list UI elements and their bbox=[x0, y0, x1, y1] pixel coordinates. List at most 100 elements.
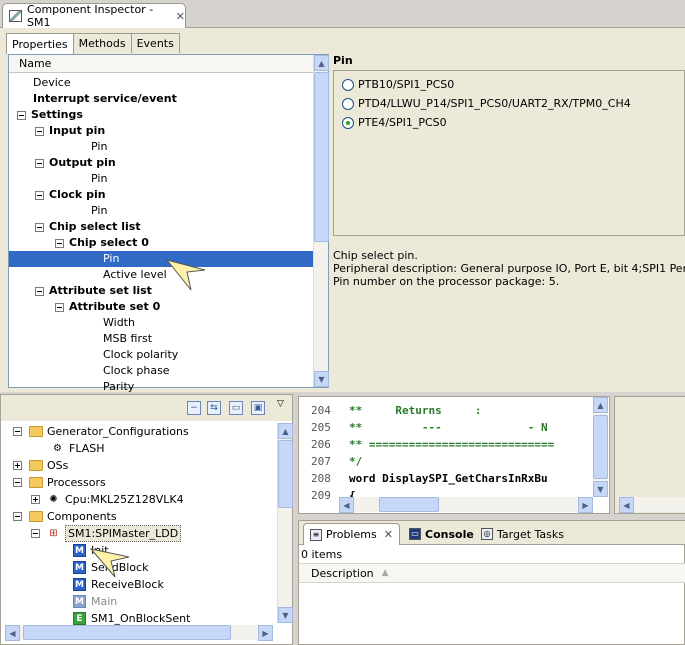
property-row[interactable]: Attribute set list bbox=[9, 283, 314, 299]
properties-scrollbar[interactable]: ▲ ▼ bbox=[313, 55, 329, 387]
scroll-up-icon[interactable]: ▲ bbox=[278, 423, 293, 439]
code-editor[interactable]: 204 ** Returns : 205 ** --- - N 206 ** ======… bbox=[298, 396, 610, 514]
property-row[interactable]: Settings bbox=[9, 107, 314, 123]
outline-hscrollbar[interactable]: ◀ bbox=[619, 497, 685, 513]
collapse-icon[interactable] bbox=[31, 529, 40, 538]
property-row[interactable]: Chip select list bbox=[9, 219, 314, 235]
tree-item[interactable]: MInit bbox=[1, 542, 277, 559]
tree-item[interactable]: Generator_Configurations bbox=[1, 423, 277, 440]
property-row[interactable]: Clock polarity bbox=[9, 347, 314, 363]
property-row[interactable]: Chip select 0 bbox=[9, 235, 314, 251]
expand-icon[interactable] bbox=[13, 461, 22, 470]
radio-button-selected[interactable] bbox=[342, 116, 354, 129]
collapse-all-icon[interactable]: − bbox=[187, 401, 201, 415]
property-row[interactable]: Pin bbox=[9, 139, 314, 155]
link-editor-icon[interactable]: ⇆ bbox=[207, 401, 221, 415]
scroll-down-icon[interactable]: ▼ bbox=[278, 607, 293, 623]
collapse-icon[interactable] bbox=[13, 427, 22, 436]
property-row[interactable]: Parity bbox=[9, 379, 314, 395]
tree-item[interactable]: Components bbox=[1, 508, 277, 525]
folder-icon[interactable]: ▭ bbox=[229, 401, 243, 415]
editor-vscrollbar[interactable]: ▲ ▼ bbox=[593, 397, 608, 497]
code-line: 208 word DisplaySPI_GetCharsInRxBu bbox=[311, 471, 548, 487]
tree-item[interactable]: ⚙ FLASH bbox=[1, 440, 277, 457]
scroll-right-icon[interactable]: ▶ bbox=[258, 625, 273, 641]
pointer-arrow-icon bbox=[165, 259, 206, 291]
property-row[interactable]: MSB first bbox=[9, 331, 314, 347]
scroll-left-icon[interactable]: ◀ bbox=[5, 625, 20, 641]
tab-methods[interactable]: Methods bbox=[72, 33, 132, 53]
scroll-thumb[interactable] bbox=[23, 625, 231, 640]
tree-item[interactable]: M SendBlock bbox=[1, 559, 277, 576]
close-icon[interactable]: ✕ bbox=[384, 528, 393, 541]
collapse-icon[interactable] bbox=[55, 239, 64, 248]
collapse-icon[interactable] bbox=[35, 127, 44, 136]
property-row[interactable]: Output pin bbox=[9, 155, 314, 171]
property-row[interactable]: Interrupt service/event bbox=[9, 91, 314, 107]
tree-item[interactable]: M ReceiveBlock bbox=[1, 576, 277, 593]
description-line: Pin number on the processor package: 5. bbox=[333, 275, 560, 288]
scroll-thumb[interactable] bbox=[278, 440, 293, 508]
property-row[interactable]: Clock pin bbox=[9, 187, 314, 203]
pin-option-label: PTD4/LLWU_P14/SPI1_PCS0/UART2_RX/TPM0_CH… bbox=[358, 97, 631, 110]
expand-icon[interactable] bbox=[31, 495, 40, 504]
property-row[interactable]: Attribute set 0 bbox=[9, 299, 314, 315]
pin-option[interactable]: PTB10/SPI1_PCS0 bbox=[342, 78, 454, 91]
collapse-icon[interactable] bbox=[13, 478, 22, 487]
name-column-header[interactable]: Name bbox=[9, 55, 314, 73]
tab-component-inspector[interactable]: Component Inspector - SM1 ✕ bbox=[2, 3, 186, 29]
project-vscrollbar[interactable]: ▲ ▼ bbox=[277, 423, 293, 623]
collapse-icon[interactable] bbox=[35, 159, 44, 168]
project-tree: Generator_Configurations ⚙ FLASH OSs Process… bbox=[1, 423, 277, 627]
pointer-arrow-icon bbox=[89, 548, 130, 578]
property-label: Clock polarity bbox=[103, 348, 179, 361]
tree-item[interactable]: M Main bbox=[1, 593, 277, 610]
view-menu-icon[interactable]: ▽ bbox=[277, 399, 284, 409]
collapse-icon[interactable] bbox=[35, 191, 44, 200]
close-icon[interactable]: ✕ bbox=[176, 10, 185, 23]
description-column-header[interactable]: Description ▲ bbox=[299, 563, 685, 583]
property-row[interactable]: Clock phase bbox=[9, 363, 314, 379]
property-row[interactable]: Pin bbox=[9, 203, 314, 219]
scroll-right-icon[interactable]: ▶ bbox=[578, 497, 593, 513]
scroll-thumb[interactable] bbox=[314, 72, 329, 242]
scroll-left-icon[interactable]: ◀ bbox=[619, 497, 634, 513]
scroll-thumb[interactable] bbox=[593, 415, 608, 479]
tab-events[interactable]: Events bbox=[130, 33, 180, 53]
tree-item[interactable]: ⊞ SM1:SPIMaster_LDD bbox=[1, 525, 277, 542]
collapse-icon[interactable] bbox=[35, 223, 44, 232]
property-label: Pin bbox=[91, 204, 108, 217]
collapse-icon[interactable] bbox=[17, 111, 26, 120]
tree-item[interactable]: OSs bbox=[1, 457, 277, 474]
property-label: Input pin bbox=[49, 124, 106, 137]
radio-button[interactable] bbox=[342, 97, 354, 110]
scroll-thumb[interactable] bbox=[379, 497, 439, 512]
property-row[interactable]: Width bbox=[9, 315, 314, 331]
pin-option[interactable]: PTE4/SPI1_PCS0 bbox=[342, 116, 447, 129]
tree-item[interactable]: ✺ Cpu:MKL25Z128VLK4 bbox=[1, 491, 277, 508]
collapse-icon[interactable] bbox=[13, 512, 22, 521]
export-icon[interactable]: ▣ bbox=[251, 401, 265, 415]
tab-properties[interactable]: Properties bbox=[6, 33, 74, 54]
radio-button[interactable] bbox=[342, 78, 354, 91]
scroll-down-icon[interactable]: ▼ bbox=[314, 371, 329, 387]
property-row[interactable]: Input pin bbox=[9, 123, 314, 139]
collapse-icon[interactable] bbox=[55, 303, 64, 312]
tree-item[interactable]: Processors bbox=[1, 474, 277, 491]
pin-option[interactable]: PTD4/LLWU_P14/SPI1_PCS0/UART2_RX/TPM0_CH… bbox=[342, 97, 631, 110]
property-row[interactable]: Pin bbox=[9, 251, 314, 267]
scroll-down-icon[interactable]: ▼ bbox=[593, 481, 608, 497]
tab-console[interactable]: ▭ Console bbox=[403, 523, 480, 545]
property-row[interactable]: Pin bbox=[9, 171, 314, 187]
tab-problems[interactable]: ≡ Problems ✕ bbox=[303, 523, 400, 545]
project-hscrollbar[interactable]: ◀ ▶ bbox=[5, 625, 273, 641]
property-row[interactable]: Active level bbox=[9, 267, 314, 283]
scroll-up-icon[interactable]: ▲ bbox=[314, 55, 329, 71]
collapse-icon[interactable] bbox=[35, 287, 44, 296]
tree-item-label: Processors bbox=[47, 476, 106, 489]
tab-target-tasks[interactable]: ◎ Target Tasks bbox=[475, 523, 570, 545]
editor-hscrollbar[interactable]: ◀ ▶ bbox=[339, 497, 593, 513]
property-row[interactable]: Device bbox=[9, 75, 314, 91]
scroll-left-icon[interactable]: ◀ bbox=[339, 497, 354, 513]
scroll-up-icon[interactable]: ▲ bbox=[593, 397, 608, 413]
